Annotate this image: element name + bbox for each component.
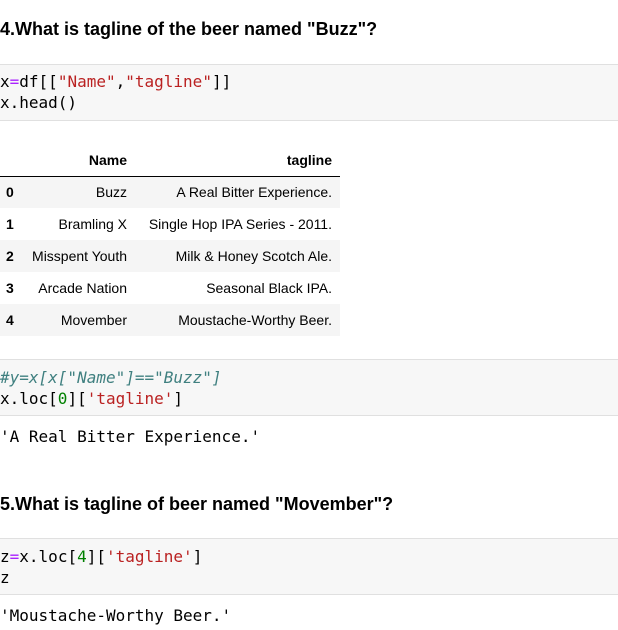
cell-tagline: Milk & Honey Scotch Ale. — [175, 248, 332, 264]
code-token: x.loc[ — [19, 547, 78, 566]
cell-output: 'Moustache-Worthy Beer.' — [0, 606, 232, 625]
code-token: , — [115, 72, 126, 91]
row-index: 1 — [6, 216, 14, 232]
row-index: 2 — [6, 248, 14, 264]
cell-tagline: Single Hop IPA Series - 2011. — [148, 216, 332, 232]
row-index: 4 — [6, 312, 14, 328]
code-token: ][ — [67, 389, 87, 408]
row-index: 3 — [6, 280, 14, 296]
code-token: 0 — [57, 389, 68, 408]
table-row: 0 Buzz A Real Bitter Experience. — [0, 176, 340, 208]
table-row: 2 Misspent Youth Milk & Honey Scotch Ale… — [0, 240, 340, 272]
code-comment: #y=x[x["Name"]=="Buzz"] — [0, 368, 222, 387]
code-token: ]] — [211, 72, 232, 91]
cell-tagline: Seasonal Black IPA. — [206, 280, 332, 296]
code-line: x.loc[0]['tagline'] — [0, 388, 618, 409]
code-line: x.head() — [0, 93, 78, 112]
question-5-heading: 5.What is tagline of beer named "Movembe… — [0, 494, 394, 514]
code-cell-select-columns[interactable]: x=df[["Name","tagline"]] x.head() — [0, 64, 618, 121]
column-header-name: Name — [20, 144, 135, 177]
code-token: ][ — [86, 547, 106, 566]
cell-name: Bramling X — [58, 216, 127, 232]
code-token: 4 — [77, 547, 87, 566]
cell-tagline: A Real Bitter Experience. — [176, 184, 332, 201]
code-token: z — [0, 547, 10, 566]
code-line: x=df[["Name","tagline"]] — [0, 71, 618, 92]
cell-tagline: Moustache-Worthy Beer. — [178, 312, 332, 328]
code-cell-movember-tagline[interactable]: z=x.loc[4]['tagline'] z — [0, 538, 618, 595]
code-token: x.loc[ — [0, 389, 58, 408]
column-header-tagline: tagline — [135, 144, 340, 177]
cell-output: 'A Real Bitter Experience.' — [0, 427, 261, 446]
code-token: = — [9, 72, 20, 91]
code-token: "Name" — [57, 72, 116, 91]
code-cell-loc-tagline[interactable]: #y=x[x["Name"]=="Buzz"] x.loc[0]['taglin… — [0, 359, 618, 416]
row-index: 0 — [6, 184, 14, 201]
table-row: 1 Bramling X Single Hop IPA Series - 201… — [0, 208, 340, 240]
table-header-row: Name tagline — [0, 144, 340, 177]
code-token: "tagline" — [125, 72, 212, 91]
code-line: z — [0, 568, 10, 587]
cell-name: Movember — [60, 312, 127, 328]
code-token: ] — [192, 547, 203, 566]
code-token: 'tagline' — [105, 547, 193, 566]
code-token: ] — [173, 389, 184, 408]
index-header — [0, 144, 20, 177]
cell-name: Arcade Nation — [38, 280, 127, 296]
code-line: z=x.loc[4]['tagline'] — [0, 546, 618, 567]
cell-name: Buzz — [95, 184, 127, 201]
question-4-heading: 4.What is tagline of the beer named "Buz… — [0, 19, 378, 39]
code-token: x — [0, 72, 10, 91]
cell-name: Misspent Youth — [32, 248, 127, 264]
table-row: 4 Movember Moustache-Worthy Beer. — [0, 304, 340, 336]
code-token: 'tagline' — [86, 389, 174, 408]
code-token: df[[ — [19, 72, 58, 91]
table-row: 3 Arcade Nation Seasonal Black IPA. — [0, 272, 340, 304]
dataframe-table: Name tagline 0 Buzz A Real Bitter Experi… — [0, 144, 340, 336]
code-token: = — [9, 547, 20, 566]
